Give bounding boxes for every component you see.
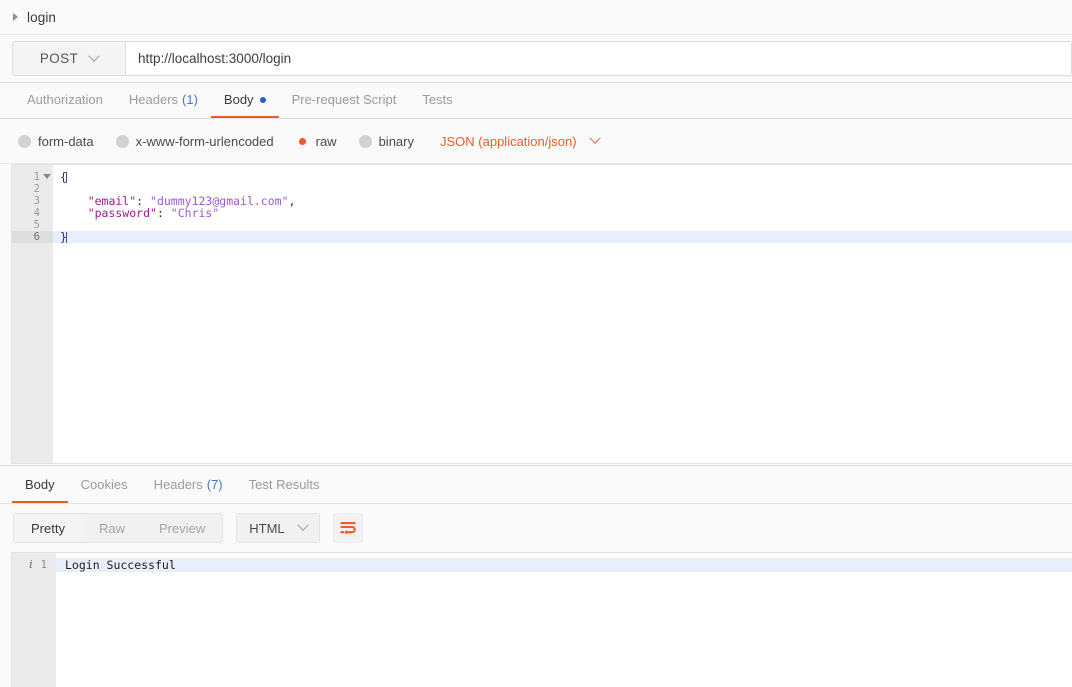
http-method-label: POST	[39, 51, 79, 66]
response-editor-gutter: i1	[12, 553, 56, 687]
text-cursor	[65, 172, 67, 183]
response-language-selector[interactable]: HTML	[236, 513, 320, 543]
line-number: 6	[12, 231, 53, 243]
tab-label: Body	[223, 92, 254, 107]
body-type-label: form-data	[38, 133, 94, 149]
http-method-selector[interactable]: POST	[13, 42, 126, 75]
response-language-label: HTML	[249, 520, 285, 536]
info-icon[interactable]: i	[29, 558, 33, 572]
radio-icon[interactable]	[295, 134, 309, 148]
body-type-row: form-data x-www-form-urlencoded raw binary …	[0, 119, 1072, 164]
request-tabs: Authorization Headers (1) Body Pre-request S…	[0, 83, 1072, 119]
body-type-label: binary	[378, 133, 414, 149]
word-wrap-icon	[340, 522, 356, 535]
chevron-down-icon	[296, 519, 309, 531]
tab-headers[interactable]: Headers (1)	[116, 83, 211, 118]
line-number: 3	[33, 195, 40, 207]
tab-label: Tests	[422, 92, 453, 107]
view-mode-raw[interactable]: Raw	[82, 514, 142, 542]
code-line[interactable]: }	[53, 231, 1072, 243]
body-type-radio-binary[interactable]: binary	[358, 133, 414, 149]
tab-label: Body	[25, 477, 55, 492]
request-editor-gutter: 123456	[12, 165, 53, 463]
line-number: 2	[33, 183, 40, 195]
body-type-label: raw	[315, 133, 337, 149]
radio-icon[interactable]	[115, 134, 129, 148]
tab-authorization[interactable]: Authorization	[14, 83, 116, 118]
chevron-down-icon	[88, 50, 100, 62]
url-bar-row: POST	[0, 35, 1072, 83]
postman-window: login POST AuthorizationHeaders(1)BodyPr…	[0, 0, 1072, 687]
response-tab-cookies[interactable]: Cookies	[68, 468, 141, 503]
code-token-punc: ,	[288, 194, 296, 208]
request-body-editor[interactable]: 123456 { "email": "dummy123@gmail.com", …	[11, 164, 1072, 464]
tab-body[interactable]: Body	[210, 83, 279, 118]
response-tab-headers[interactable]: Headers (7)	[141, 468, 236, 503]
url-bar: POST	[12, 41, 1072, 76]
code-token-punc: :	[156, 206, 171, 220]
radio-icon[interactable]	[18, 134, 31, 148]
tab-label: Test Results	[248, 477, 320, 492]
tab-label: Pre-request Script	[291, 92, 397, 107]
chevron-down-icon	[588, 132, 601, 144]
content-type-selector[interactable]: JSON (application/json)	[440, 132, 601, 149]
body-modified-dot-icon	[259, 96, 266, 103]
breadcrumb: login	[0, 0, 1072, 35]
code-token-str: "Chris"	[170, 206, 220, 220]
body-type-radio-x-www-form-urlencoded[interactable]: x-www-form-urlencoded	[115, 133, 274, 149]
code-line[interactable]	[53, 219, 1072, 231]
body-type-radio-raw[interactable]: raw	[295, 133, 337, 149]
response-view-mode-group: Pretty Raw Preview	[13, 513, 224, 543]
content-type-label: JSON (application/json)	[440, 133, 577, 149]
word-wrap-button[interactable]	[332, 513, 363, 543]
response-line-gutter: i1	[12, 558, 56, 572]
tab-count: (1)	[182, 92, 198, 107]
request-url-input[interactable]	[126, 42, 1071, 75]
view-mode-pretty[interactable]: Pretty	[14, 514, 82, 542]
code-fold-icon[interactable]	[43, 174, 51, 179]
request-editor-code[interactable]: { "email": "dummy123@gmail.com", "passwo…	[53, 165, 1072, 463]
tab-pre-request-script[interactable]: Pre-request Script	[279, 83, 410, 118]
request-name-label: login	[27, 9, 57, 25]
response-editor-code[interactable]: Login Successful	[56, 553, 1072, 687]
tab-tests[interactable]: Tests	[409, 83, 465, 118]
request-body-editor-container: 123456 { "email": "dummy123@gmail.com", …	[0, 164, 1072, 465]
tab-label: Cookies	[80, 477, 128, 492]
response-body-container: i1 Login Successful	[0, 552, 1072, 687]
response-tab-test-results[interactable]: Test Results	[236, 468, 333, 503]
tab-count: (7)	[206, 477, 223, 492]
triangle-right-icon[interactable]	[13, 13, 18, 21]
view-mode-preview[interactable]: Preview	[142, 514, 222, 542]
response-toolbar: Pretty Raw Preview HTML	[0, 504, 1072, 552]
code-line[interactable]: {	[53, 171, 1072, 183]
response-body-editor[interactable]: i1 Login Successful	[11, 552, 1072, 687]
response-tab-body[interactable]: Body	[12, 468, 68, 503]
tab-label: Headers	[153, 477, 203, 492]
code-line[interactable]: "password": "Chris"	[53, 207, 1072, 219]
text-cursor	[65, 232, 67, 243]
code-token-key: "password"	[60, 206, 157, 220]
line-number: 5	[33, 219, 40, 231]
response-code-line[interactable]: Login Successful	[56, 558, 1072, 572]
tab-label: Authorization	[27, 92, 103, 107]
line-number: 4	[33, 207, 40, 219]
response-tabs: Body Cookies Headers (7) Test Results	[0, 468, 1072, 504]
tab-label: Headers	[128, 92, 179, 107]
body-type-radio-form-data[interactable]: form-data	[18, 134, 94, 149]
line-number: 1	[12, 171, 53, 183]
body-type-label: x-www-form-urlencoded	[135, 133, 274, 149]
radio-icon[interactable]	[358, 134, 372, 148]
line-number: 1	[40, 559, 47, 571]
